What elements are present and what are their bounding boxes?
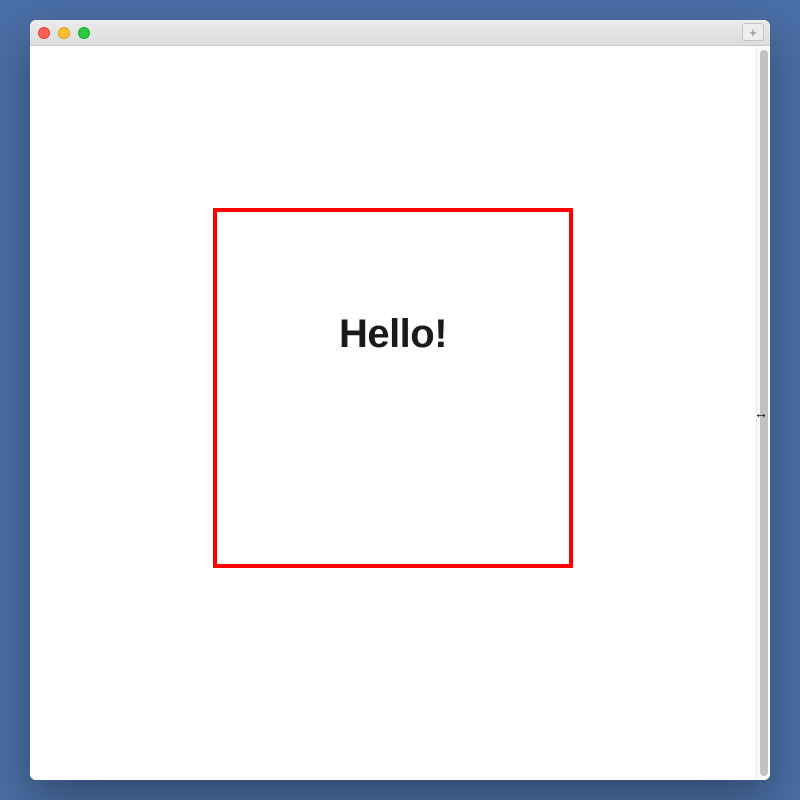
- vertical-scrollbar-thumb[interactable]: [760, 50, 768, 776]
- add-tab-button[interactable]: +: [742, 23, 764, 41]
- content-area: Hello! ↔: [30, 46, 770, 780]
- app-window: + Hello! ↔: [30, 20, 770, 780]
- maximize-icon[interactable]: [78, 27, 90, 39]
- plus-icon: +: [749, 25, 757, 40]
- window-titlebar[interactable]: +: [30, 20, 770, 46]
- close-icon[interactable]: [38, 27, 50, 39]
- vertical-scrollbar-track[interactable]: [756, 46, 770, 780]
- bordered-box: Hello!: [213, 208, 573, 568]
- viewport: Hello!: [30, 46, 756, 780]
- minimize-icon[interactable]: [58, 27, 70, 39]
- box-text: Hello!: [217, 312, 569, 357]
- traffic-lights: [38, 27, 90, 39]
